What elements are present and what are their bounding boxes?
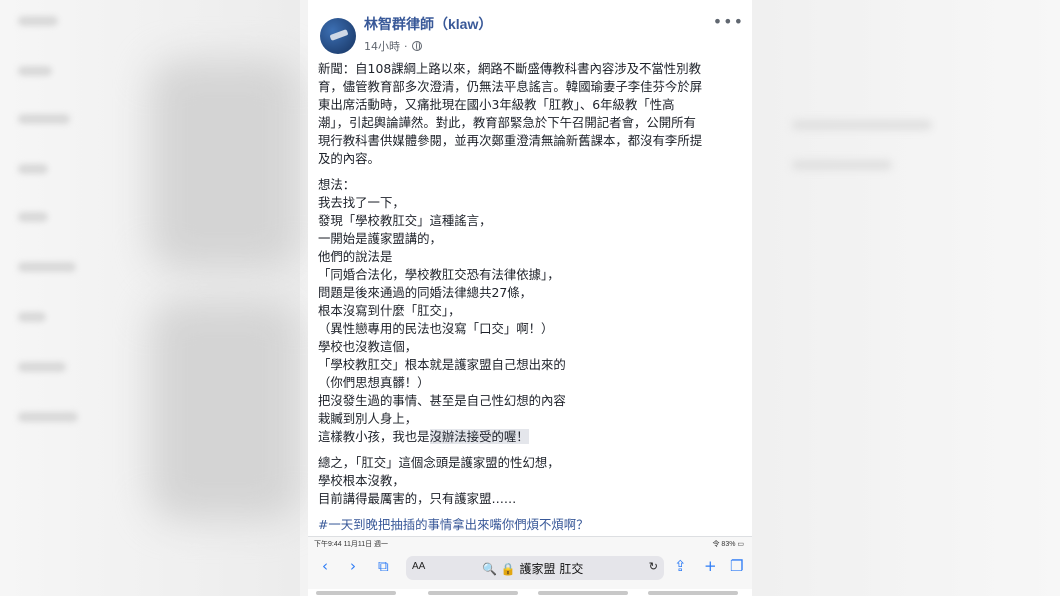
author-avatar[interactable]	[320, 18, 356, 54]
author-name[interactable]: 林智群律師（klaw）	[364, 14, 492, 34]
reader-aa-button[interactable]: AA	[412, 561, 425, 572]
address-bar[interactable]: AA 🔍 🔒 護家盟 肛交 ↻	[406, 556, 664, 580]
post-body: 新聞：自108課綱上路以來，網路不斷盛傳教科書內容涉及不當性別教 育，儘管教育部…	[318, 60, 746, 534]
blur-bar	[18, 164, 48, 174]
blur-bar	[18, 212, 48, 222]
bookmarks-icon[interactable]: ⧉	[378, 557, 389, 575]
embedded-safari-screenshot: 下午9:44 11月11日 週一 令 83% ▭ ‹ › ⧉ AA 🔍 🔒 護家…	[308, 536, 752, 596]
text-line: 學校也沒教這個，	[318, 339, 418, 354]
text-line: 及的內容。	[318, 151, 380, 166]
text-line: 「學校教肛交」根本就是護家盟自己想出來的	[318, 357, 566, 372]
blur-bar	[428, 591, 518, 595]
screenshot-stage: 林智群律師（klaw） 14小時 · ••• 新聞：自108課綱上路以來，網路不…	[0, 0, 1060, 596]
meta-separator: ·	[404, 39, 408, 53]
post-header: 林智群律師（klaw） 14小時 · •••	[308, 0, 752, 60]
news-paragraph: 新聞：自108課綱上路以來，網路不斷盛傳教科書內容涉及不當性別教 育，儘管教育部…	[318, 60, 746, 168]
text-line: 學校根本沒教，	[318, 473, 405, 488]
blur-bar	[792, 160, 892, 170]
reload-icon[interactable]: ↻	[649, 560, 658, 573]
conclusion-paragraph: 總之，「肛交」這個念頭是護家盟的性幻想， 學校根本沒教， 目前講得最厲害的，只有…	[318, 454, 746, 508]
text-line: 他們的說法是	[318, 249, 393, 264]
cropped-tab-strip	[308, 589, 752, 596]
safari-toolbar: ‹ › ⧉ AA 🔍 🔒 護家盟 肛交 ↻ ⇪ + ❐	[308, 553, 752, 581]
text-line: 育，儘管教育部多次澄清，仍無法平息謠言。韓國瑜妻子李佳芬今於屏	[318, 79, 703, 94]
add-tab-icon[interactable]: +	[704, 557, 717, 575]
blur-block	[150, 60, 300, 270]
post-meta: 14小時 ·	[364, 38, 422, 54]
text-fragment: 這樣教小孩，我也是	[318, 429, 430, 444]
blur-bar	[648, 591, 738, 595]
blur-bar	[18, 66, 52, 76]
forward-icon[interactable]: ›	[350, 557, 356, 575]
text-line-highlighted: 這樣教小孩，我也是沒辦法接受的喔！	[318, 428, 746, 446]
blur-bar	[18, 312, 46, 322]
text-line: 想法：	[318, 177, 356, 192]
blur-bar	[18, 262, 76, 272]
text-line: 一開始是護家盟講的，	[318, 231, 442, 246]
back-icon[interactable]: ‹	[322, 557, 328, 575]
text-line: 「同婚合法化，學校教肛交恐有法律依據」，	[318, 267, 560, 282]
text-line: 目前講得最厲害的，只有護家盟……	[318, 491, 517, 506]
blurred-background-left	[0, 0, 300, 596]
status-time: 下午9:44 11月11日 週一	[314, 541, 389, 548]
text-line: 發現「學校教肛交」這種謠言，	[318, 213, 492, 228]
text-line: 根本沒寫到什麼「肛交」，	[318, 303, 461, 318]
globe-icon	[411, 41, 422, 51]
blur-bar	[792, 120, 932, 130]
text-line: 把沒發生過的事情、甚至是自己性幻想的內容	[318, 393, 566, 408]
text-line: 問題是後來通過的同婚法律總共27條，	[318, 285, 533, 300]
text-line: 栽贓到別人身上，	[318, 411, 418, 426]
blur-bar	[18, 362, 66, 372]
text-line: 總之，「肛交」這個念頭是護家盟的性幻想，	[318, 455, 560, 470]
blur-bar	[538, 591, 628, 595]
blur-bar	[316, 591, 396, 595]
blurred-background-right	[752, 0, 1060, 596]
facebook-post: 林智群律師（klaw） 14小時 · ••• 新聞：自108課綱上路以來，網路不…	[308, 0, 752, 596]
ios-status-bar: 下午9:44 11月11日 週一 令 83% ▭	[312, 539, 748, 551]
text-line: （異性戀專用的民法也沒寫「口交」啊！）	[318, 321, 554, 336]
text-line: （你們思想真髒！）	[318, 375, 430, 390]
blur-bar	[18, 16, 58, 26]
status-battery: 令 83% ▭	[712, 541, 744, 548]
text-line: 東出席活動時，又痛批現在國小3年級教「肛教」、6年級教「性高	[318, 97, 675, 112]
text-line: 潮」，引起輿論譁然。對此，教育部緊急於下午召開記者會，公開所有	[318, 115, 696, 130]
share-icon[interactable]: ⇪	[674, 557, 687, 575]
more-options-icon[interactable]: •••	[713, 12, 744, 31]
url-text: 🔍 🔒 護家盟 肛交	[482, 562, 584, 576]
blur-bar	[18, 412, 78, 422]
post-time[interactable]: 14小時	[364, 38, 400, 54]
selected-text: 沒辦法接受的喔！	[429, 429, 529, 444]
blur-block	[150, 300, 300, 520]
hashtag-link[interactable]: #一天到晚把抽插的事情拿出來嘴你們煩不煩啊？	[318, 516, 746, 534]
text-line: 新聞：自108課綱上路以來，網路不斷盛傳教科書內容涉及不當性別教	[318, 61, 701, 76]
text-line: 現行教科書供媒體參閱，並再次鄭重澄清無論新舊課本，都沒有李所提	[318, 133, 703, 148]
blur-bar	[18, 114, 70, 124]
text-line: 我去找了一下，	[318, 195, 405, 210]
thoughts-paragraph: 想法： 我去找了一下， 發現「學校教肛交」這種謠言， 一開始是護家盟講的， 他們…	[318, 176, 746, 446]
tabs-icon[interactable]: ❐	[730, 557, 743, 575]
